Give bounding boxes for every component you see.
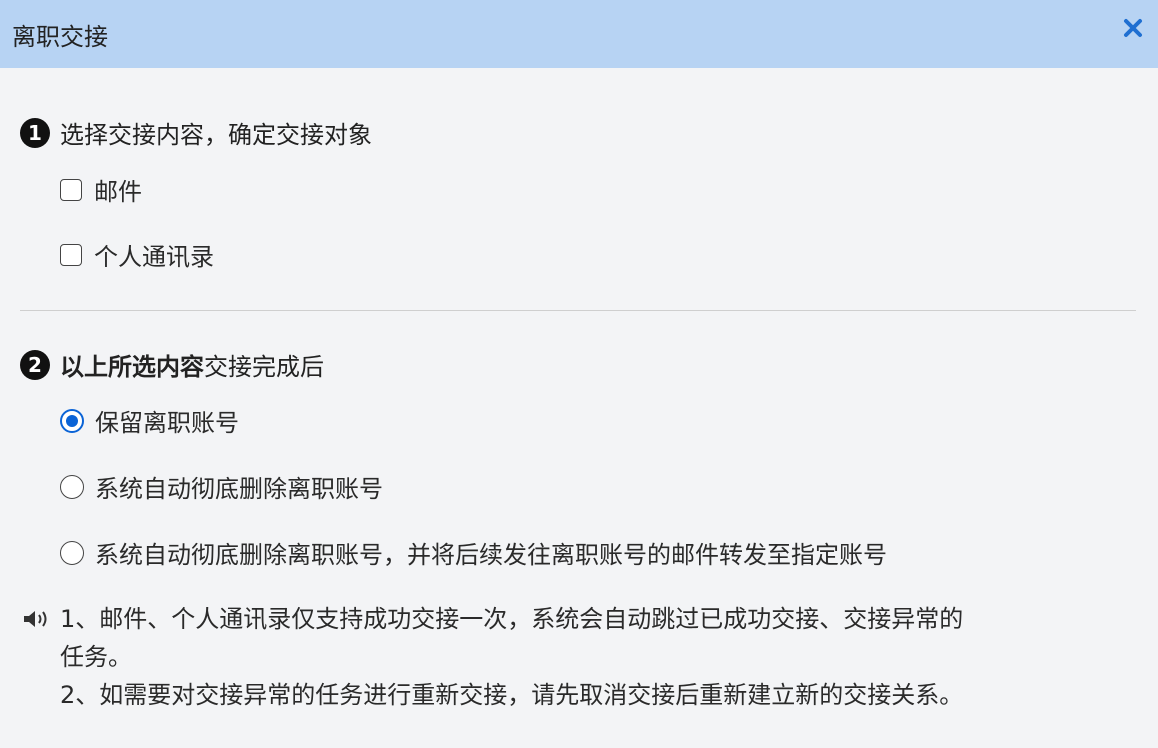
- checkbox-contacts[interactable]: 个人通讯录: [60, 237, 214, 272]
- radio-delete-account[interactable]: 系统自动彻底删除离职账号: [60, 469, 383, 504]
- radio-selected-dot: [66, 414, 78, 427]
- close-icon[interactable]: [1122, 17, 1144, 39]
- step2-title-bold: 以上所选内容: [60, 353, 204, 381]
- keep-account-radio[interactable]: [60, 408, 84, 433]
- step1-title: 选择交接内容，确定交接对象: [60, 121, 372, 149]
- checkbox-mail[interactable]: 邮件: [60, 172, 142, 207]
- delete-forward-radio[interactable]: [60, 540, 84, 565]
- delete-account-label: 系统自动彻底删除离职账号: [95, 475, 383, 503]
- contacts-checkbox[interactable]: [60, 243, 82, 266]
- notice-box: 1、邮件、个人通讯录仅支持成功交接一次，系统会自动跳过已成功交接、交接异常的 任…: [22, 600, 1132, 714]
- delete-account-radio[interactable]: [60, 474, 84, 499]
- step1-number: 1: [20, 117, 50, 148]
- notice-line-3: 2、如需要对交接异常的任务进行重新交接，请先取消交接后重新建立新的交接关系。: [60, 681, 964, 709]
- radio-delete-and-forward[interactable]: 系统自动彻底删除离职账号，并将后续发往离职账号的邮件转发至指定账号: [60, 535, 887, 570]
- step2-heading: 2 以上所选内容 交接完成后: [20, 347, 324, 382]
- step2-number: 2: [20, 349, 50, 380]
- keep-account-label: 保留离职账号: [95, 409, 239, 437]
- section-divider: [20, 310, 1136, 311]
- radio-keep-account[interactable]: 保留离职账号: [60, 403, 239, 438]
- dialog-titlebar: 离职交接: [0, 0, 1158, 68]
- dialog-title: 离职交接: [12, 23, 108, 51]
- contacts-label: 个人通讯录: [94, 243, 214, 271]
- mail-label: 邮件: [94, 178, 142, 206]
- handover-dialog: 离职交接 1 选择交接内容，确定交接对象 邮件 个人通讯录 2 以上所选内容 交…: [0, 0, 1158, 748]
- mail-checkbox[interactable]: [60, 178, 82, 201]
- notice-line-1: 1、邮件、个人通讯录仅支持成功交接一次，系统会自动跳过已成功交接、交接异常的: [60, 605, 964, 633]
- speaker-icon: [24, 611, 47, 627]
- step2-title-rest: 交接完成后: [204, 353, 324, 381]
- step1-heading: 1 选择交接内容，确定交接对象: [20, 115, 372, 150]
- notice-line-2: 任务。: [60, 643, 132, 671]
- delete-forward-label: 系统自动彻底删除离职账号，并将后续发往离职账号的邮件转发至指定账号: [95, 541, 887, 569]
